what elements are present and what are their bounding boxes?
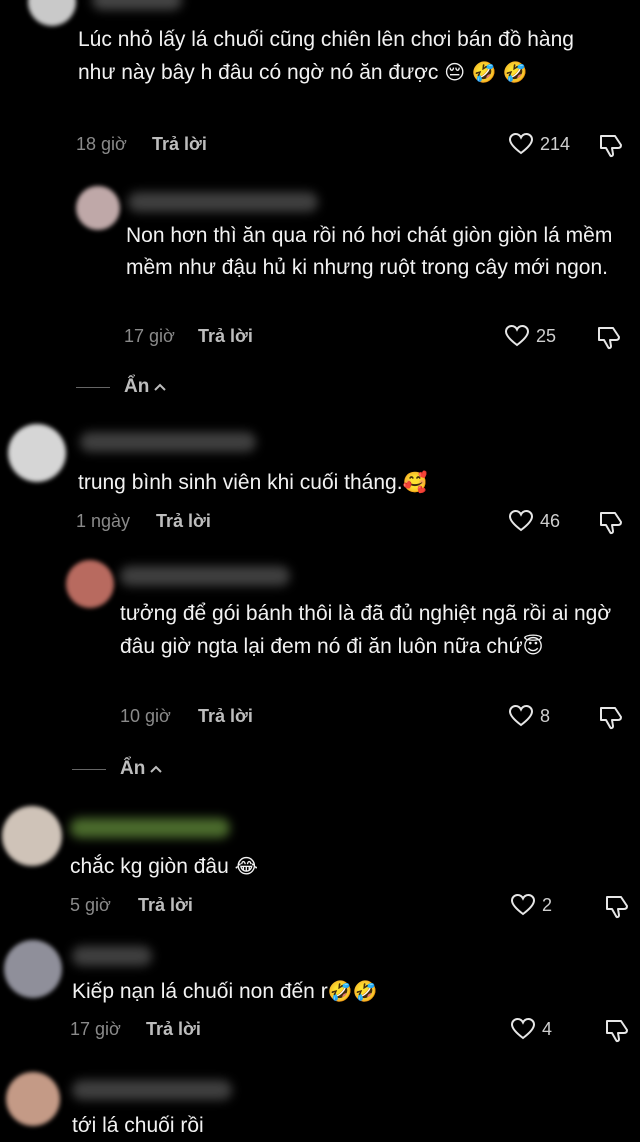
username-blurred[interactable] xyxy=(70,818,230,838)
comment-text: tưởng để gói bánh thôi là đã đủ nghiệt n… xyxy=(120,602,612,658)
comment-time: 5 giờ xyxy=(70,895,111,915)
reply-button[interactable]: Trả lời xyxy=(156,511,211,532)
avatar[interactable] xyxy=(28,0,76,26)
reply-button[interactable]: Trả lời xyxy=(198,706,253,727)
comment-text: Kiếp nạn lá chuối non đến r🤣🤣 xyxy=(72,979,378,1003)
like-button[interactable]: 46 xyxy=(508,509,560,533)
heart-outline-icon xyxy=(508,704,534,727)
dislike-button[interactable] xyxy=(598,704,624,735)
reply-button[interactable]: Trả lời xyxy=(138,895,193,916)
comment-emoji: 😇 xyxy=(522,634,544,658)
dislike-button[interactable] xyxy=(596,324,622,355)
like-count: 25 xyxy=(536,325,557,346)
username-blurred[interactable] xyxy=(80,432,256,452)
dislike-button[interactable] xyxy=(604,893,630,924)
reply-button[interactable]: Trả lời xyxy=(146,1019,201,1040)
comment-time: 10 giờ xyxy=(120,706,171,726)
divider-line xyxy=(76,386,110,388)
comment-time: 17 giờ xyxy=(124,326,175,346)
comment-text: trung bình sinh viên khi cuối tháng.🥰 xyxy=(78,470,428,494)
comment-text: chắc kg giòn đâu 😂 xyxy=(70,854,259,878)
avatar[interactable] xyxy=(4,940,62,998)
like-count: 8 xyxy=(540,705,551,726)
comment-emoji: 🤣🤣 xyxy=(327,979,378,1003)
comment-text: Non hơn thì ăn qua rồi nó hơi chát giòn … xyxy=(126,224,613,279)
like-button[interactable]: 4 xyxy=(510,1017,552,1041)
like-count: 214 xyxy=(540,133,571,154)
like-button[interactable]: 2 xyxy=(510,893,552,917)
hide-label: Ẩn xyxy=(120,758,146,779)
thumbs-down-icon xyxy=(598,327,620,350)
comment-time: 17 giờ xyxy=(70,1019,121,1039)
reply-button[interactable]: Trả lời xyxy=(198,326,253,347)
dislike-button[interactable] xyxy=(598,509,624,540)
hide-replies-button[interactable]: Ẩn xyxy=(72,758,163,780)
avatar[interactable] xyxy=(76,186,120,230)
dislike-button[interactable] xyxy=(604,1017,630,1048)
like-button[interactable]: 25 xyxy=(504,324,556,348)
heart-outline-icon xyxy=(508,509,534,532)
divider-line xyxy=(72,768,106,770)
hide-label: Ẩn xyxy=(124,376,150,397)
comment-text: tới lá chuối rồi xyxy=(72,1114,204,1137)
avatar[interactable] xyxy=(6,1072,60,1126)
like-button[interactable]: 8 xyxy=(508,704,550,728)
thumbs-down-icon xyxy=(606,1020,628,1043)
avatar[interactable] xyxy=(2,806,62,866)
heart-outline-icon xyxy=(504,324,530,347)
username-blurred[interactable] xyxy=(120,566,290,586)
heart-outline-icon xyxy=(508,132,534,155)
like-count: 4 xyxy=(542,1018,553,1039)
avatar[interactable] xyxy=(66,560,114,608)
like-button[interactable]: 214 xyxy=(508,132,570,156)
reply-button[interactable]: Trả lời xyxy=(152,134,207,155)
hide-replies-button[interactable]: Ẩn xyxy=(76,376,167,398)
username-blurred[interactable] xyxy=(128,192,318,212)
chevron-up-icon xyxy=(150,765,163,773)
avatar[interactable] xyxy=(8,424,66,482)
username-blurred[interactable] xyxy=(72,946,152,966)
heart-outline-icon xyxy=(510,893,536,916)
thumbs-down-icon xyxy=(600,135,622,158)
username-blurred[interactable] xyxy=(72,1080,232,1100)
like-count: 46 xyxy=(540,510,561,531)
chevron-up-icon xyxy=(154,383,167,391)
heart-outline-icon xyxy=(510,1017,536,1040)
comment-emoji: 😂 xyxy=(234,854,259,878)
thumbs-down-icon xyxy=(606,896,628,919)
thumbs-down-icon xyxy=(600,707,622,730)
comment-text: Lúc nhỏ lấy lá chuối cũng chiên lên chơi… xyxy=(78,28,574,84)
username-blurred[interactable] xyxy=(92,0,182,10)
comment-time: 1 ngày xyxy=(76,511,131,531)
like-count: 2 xyxy=(542,894,553,915)
comment-time: 18 giờ xyxy=(76,134,127,154)
thumbs-down-icon xyxy=(600,512,622,535)
comment-emoji: 🥰 xyxy=(402,470,428,494)
comment-emoji: 😔 🤣 🤣 xyxy=(444,60,528,84)
dislike-button[interactable] xyxy=(598,132,624,163)
